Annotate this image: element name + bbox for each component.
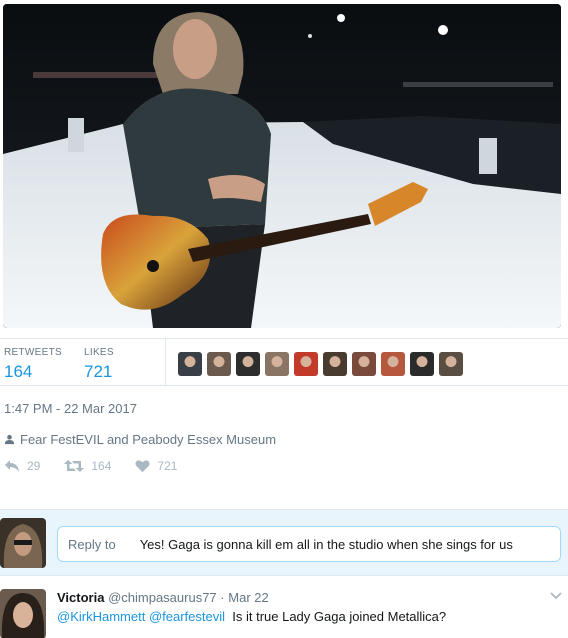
user-avatar [0,518,46,568]
tweet-date[interactable]: Mar 22 [228,590,268,605]
liker-avatar[interactable] [439,352,463,376]
reply-to-prefix: Reply to [68,536,116,552]
tweet-body: Is it true Lady Gaga joined Metallica? [232,609,447,624]
person-icon [4,434,15,445]
like-action[interactable]: 721 [135,459,177,473]
reply-input[interactable]: Reply to Yes! Gaga is gonna kill em all … [57,526,561,562]
liker-avatars [178,352,463,376]
retweet-icon [64,460,85,472]
liker-avatar[interactable] [410,352,434,376]
tweet-location[interactable]: Fear FestEVIL and Peabody Essex Museum [4,432,276,447]
author-name[interactable]: Victoria [57,590,104,605]
tweet-photo[interactable] [3,4,561,328]
liker-avatar[interactable] [381,352,405,376]
liker-avatar[interactable] [207,352,231,376]
reply-icon [5,460,19,472]
liker-avatar[interactable] [323,352,347,376]
author-handle[interactable]: @chimpasaurus77 [108,590,217,605]
stats-divider [165,339,166,386]
reply-tweet-header: Victoria @chimpasaurus77 · Mar 22 [57,590,269,605]
tweet-actions: 29 164 721 [4,459,201,473]
header-separator: · [220,590,225,605]
mention-link[interactable]: @KirkHammett [57,609,145,624]
likes-label: LIKES [84,347,114,358]
location-text: Fear FestEVIL and Peabody Essex Museum [20,432,277,447]
reply-composer-bar: Reply to Yes! Gaga is gonna kill em all … [0,509,568,576]
retweets-label: RETWEETS [4,347,62,358]
retweets-count: 164 [4,362,33,381]
liker-avatar[interactable] [294,352,318,376]
heart-icon [135,460,150,473]
reply-tweet[interactable]: Victoria @chimpasaurus77 · Mar 22 @KirkH… [0,577,568,638]
reply-text: Yes! Gaga is gonna kill em all in the st… [139,536,513,552]
engagement-stats: RETWEETS 164 LIKES 721 [0,338,568,386]
likes-count: 721 [84,362,113,381]
reply-count: 29 [27,459,41,473]
liker-avatar[interactable] [178,352,202,376]
tweet-timestamp[interactable]: 1:47 PM - 22 Mar 2017 [4,401,137,416]
chevron-down-icon[interactable] [550,592,562,600]
reply-action[interactable]: 29 [4,459,40,473]
liker-avatar[interactable] [352,352,376,376]
like-count: 721 [157,459,178,473]
photo-image [3,4,561,328]
retweet-count: 164 [91,459,112,473]
liker-avatar[interactable] [265,352,289,376]
likes-stat[interactable]: LIKES 721 [84,347,114,382]
reply-tweet-text: @KirkHammett @fearfestevil Is it true La… [57,609,446,624]
mention-link[interactable]: @fearfestevil [149,609,225,624]
retweets-stat[interactable]: RETWEETS 164 [4,347,62,382]
reply-author-avatar[interactable] [0,589,46,638]
liker-avatar[interactable] [236,352,260,376]
retweet-action[interactable]: 164 [64,459,111,473]
